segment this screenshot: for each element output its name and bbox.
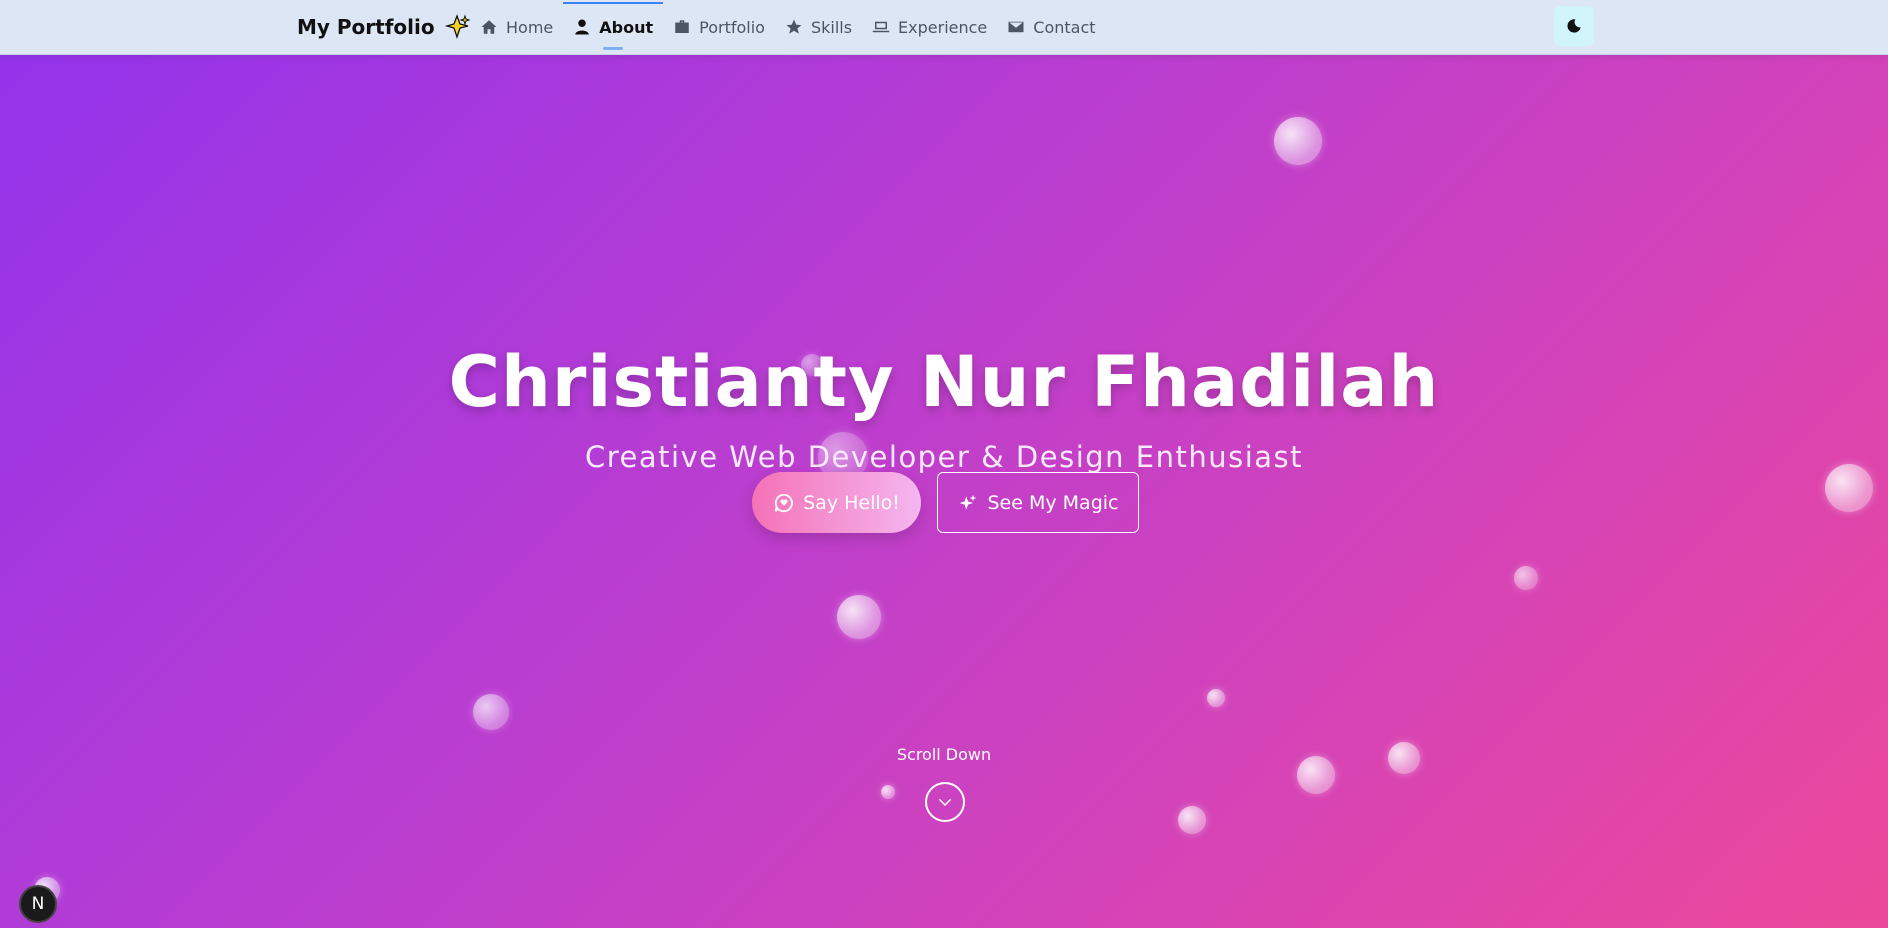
- star-icon: [786, 19, 802, 34]
- decorative-bubble: [1207, 689, 1225, 707]
- moon-icon: [1567, 19, 1581, 33]
- home-icon: [481, 20, 497, 34]
- nextjs-badge[interactable]: N: [19, 885, 57, 923]
- nav-item-skills[interactable]: Skills: [775, 0, 862, 54]
- nav-links: Home About Portfolio Skills Experience C…: [470, 0, 1106, 54]
- nav-item-label: Contact: [1033, 17, 1096, 37]
- nav-item-label: About: [599, 17, 654, 37]
- say-hello-label: Say Hello!: [803, 491, 900, 514]
- briefcase-icon: [675, 20, 689, 33]
- nav-item-home[interactable]: Home: [470, 0, 563, 54]
- hero-title: Christianty Nur Fhadilah: [448, 341, 1440, 423]
- nav-item-contact[interactable]: Contact: [997, 0, 1105, 54]
- nav-item-label: Experience: [898, 17, 988, 37]
- decorative-bubble: [1514, 566, 1538, 590]
- say-hello-button[interactable]: Say Hello!: [752, 472, 921, 533]
- nav-item-portfolio[interactable]: Portfolio: [663, 0, 775, 54]
- decorative-bubble: [1274, 117, 1322, 165]
- nav-item-label: Skills: [810, 17, 853, 37]
- top-navbar: My Portfolio Home About Portfolio Skills: [0, 0, 1888, 55]
- see-my-magic-button[interactable]: See My Magic: [937, 472, 1139, 533]
- decorative-bubble: [473, 694, 509, 730]
- sparkle-star-icon: [444, 14, 471, 40]
- decorative-bubble: [881, 785, 895, 799]
- chevron-down-icon: [939, 799, 951, 807]
- scroll-down-label: Scroll Down: [896, 745, 992, 764]
- brand[interactable]: My Portfolio: [297, 12, 471, 42]
- see-my-magic-label: See My Magic: [987, 491, 1119, 514]
- nav-item-about[interactable]: About: [563, 0, 664, 54]
- hero-subtitle: Creative Web Developer & Design Enthusia…: [584, 440, 1304, 474]
- decorative-bubble: [837, 595, 881, 639]
- scroll-down-button[interactable]: [925, 782, 965, 822]
- chat-heart-icon: [774, 493, 793, 512]
- laptop-icon: [872, 21, 890, 33]
- theme-toggle-button[interactable]: [1554, 6, 1594, 46]
- nav-item-experience[interactable]: Experience: [862, 0, 997, 54]
- envelope-icon: [1008, 21, 1024, 33]
- sparkles-icon: [959, 494, 976, 510]
- brand-title: My Portfolio: [297, 15, 435, 39]
- user-icon: [575, 19, 589, 35]
- decorative-bubble: [1178, 806, 1206, 834]
- nav-item-label: Home: [506, 17, 554, 37]
- nav-item-label: Portfolio: [699, 17, 765, 37]
